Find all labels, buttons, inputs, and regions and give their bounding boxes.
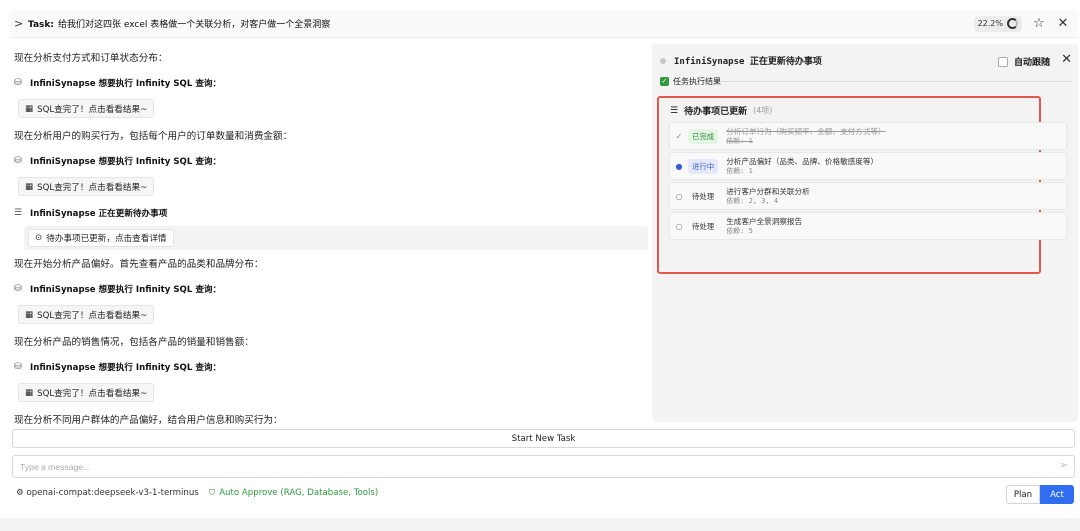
status-badge: 进行中 [688, 158, 719, 174]
sql-result-label: SQL查完了！点击看看结果~ [37, 388, 148, 399]
todo-list-header: ☰ 待办事项已更新 (4项) [670, 104, 773, 118]
model-name: openai-compat:deepseek-v3-1-terminus [26, 488, 199, 498]
table-icon: ▦ [25, 181, 34, 192]
chat-message: 现在分析用户的购买行为，包括每个用户的订单数量和消费金额： [14, 131, 293, 142]
database-icon: ⛁ [14, 78, 22, 88]
todo-item-text: 分析订单行为（购买频率、金额、支付方式等） [726, 126, 886, 136]
task-label: Task: [28, 20, 54, 30]
footer-bar: ⚙ openai-compat:deepseek-v3-1-terminus ⛉… [16, 488, 378, 498]
pending-circle-icon: ○ [675, 221, 683, 231]
todo-item-text: 进行客户分群和关联分析 [726, 186, 810, 196]
todo-title: 待办事项已更新 [684, 107, 748, 117]
tool-request: ⛁ InfiniSynapse 想要执行 Infinity SQL 查询： [14, 70, 650, 96]
check-circle-icon: ⊙ [35, 233, 43, 243]
sql-result-label: SQL查完了！点击看看结果~ [37, 310, 148, 321]
tool-request: ⛁ InfiniSynapse 想要执行 Infinity SQL 查询： [14, 276, 650, 302]
todo-item-text: 生成客户全景洞察报告 [726, 216, 803, 226]
shield-icon: ⛉ [208, 488, 216, 498]
panel-close-icon[interactable]: ✕ [1061, 52, 1072, 67]
status-badge: 已完成 [688, 128, 719, 144]
todo-list: ✓ 已完成 分析订单行为（购买频率、金额、支付方式等） 依赖: 1 ● 进行中 分… [669, 122, 1067, 242]
auto-follow-label: 自动跟随 [1013, 58, 1050, 68]
tool-request-text: InfiniSynapse 想要执行 Infinity SQL 查询： [30, 285, 222, 295]
todo-item-text: 分析产品偏好（品类、品牌、价格敏感度等） [726, 156, 879, 166]
start-new-task-button[interactable]: Start New Task [12, 429, 1075, 448]
todo-update-status: ☰ InfiniSynapse 正在更新待办事项 [14, 200, 650, 226]
chat-message: 现在分析产品的销售情况，包括各产品的销量和销售额： [14, 337, 254, 348]
sql-result-button[interactable]: ▦ SQL查完了！点击看看结果~ [18, 99, 155, 118]
tool-request: ⛁ InfiniSynapse 想要执行 Infinity SQL 查询： [14, 148, 650, 174]
robot-icon: ⚙ [16, 488, 24, 498]
chat-message: 现在开始分析产品偏好。首先查看产品的品类和品牌分布： [14, 259, 264, 270]
task-result-label: ✓ 任务执行结果 [660, 76, 721, 87]
todo-item-dependency: 依赖: 1 [726, 136, 753, 145]
table-icon: ▦ [25, 387, 34, 398]
table-icon: ▦ [25, 103, 34, 114]
sql-result-label: SQL查完了！点击看看结果~ [37, 104, 148, 115]
checklist-icon: ☰ [14, 208, 23, 218]
message-box: ➢ [12, 455, 1075, 478]
status-badge: 待处理 [692, 221, 715, 231]
mode-toggle: Plan Act [1006, 485, 1074, 504]
auto-approve-text: Auto Approve (RAG, Database, Tools) [219, 488, 379, 498]
task-title: Task: 给我们对这四张 excel 表格做一个关联分析，对客户做一个全景洞察 [28, 17, 330, 30]
task-header: > Task: 给我们对这四张 excel 表格做一个关联分析，对客户做一个全景洞… [10, 10, 1078, 38]
database-icon: ⛁ [14, 156, 22, 166]
tool-request: ⛁ InfiniSynapse 想要执行 Infinity SQL 查询： [14, 354, 650, 380]
in-progress-dot-icon: ● [675, 161, 683, 171]
todo-item-done[interactable]: ✓ 已完成 分析订单行为（购买频率、金额、支付方式等） 依赖: 1 [669, 122, 1067, 150]
checkbox-checked-icon: ✓ [660, 77, 669, 86]
close-icon[interactable]: ✕ [1056, 16, 1070, 31]
message-input[interactable] [13, 456, 1033, 477]
auto-follow-checkbox[interactable] [997, 56, 1008, 67]
divider [720, 81, 1072, 82]
panel-title: InfiniSynapse 正在更新待办事项 [660, 54, 822, 67]
context-usage-value: 22.2% [977, 19, 1003, 28]
todo-item-dependency: 依赖: 1 [726, 166, 753, 175]
star-icon[interactable]: ☆ [1032, 16, 1046, 31]
context-usage-badge[interactable]: 22.2% [973, 15, 1022, 32]
status-badge: 待处理 [692, 191, 715, 201]
todo-item-pending[interactable]: ○ 待处理 进行客户分群和关联分析 依赖: 2, 3, 4 [669, 182, 1067, 210]
auto-follow-toggle[interactable]: 自动跟随 [997, 55, 1050, 68]
tool-request-text: InfiniSynapse 想要执行 Infinity SQL 查询： [30, 363, 222, 373]
todo-details-label: 待办事项已更新，点击查看详情 [46, 234, 167, 244]
list-icon: ☰ [670, 105, 679, 116]
sql-result-button[interactable]: ▦ SQL查完了！点击看看结果~ [18, 305, 155, 324]
todo-item-dependency: 依赖: 5 [726, 226, 753, 235]
progress-ring-icon [1007, 18, 1018, 29]
status-dot-icon [660, 57, 666, 64]
todo-update-text: InfiniSynapse 正在更新待办事项 [30, 209, 168, 219]
auto-approve-settings[interactable]: ⛉ Auto Approve (RAG, Database, Tools) [209, 488, 378, 498]
task-result-text: 任务执行结果 [673, 77, 721, 86]
chat-log[interactable]: 现在分析支付方式和订单状态分布： ⛁ InfiniSynapse 想要执行 Inf… [14, 44, 650, 424]
chat-message: 现在分析支付方式和订单状态分布： [14, 53, 168, 64]
model-selector[interactable]: ⚙ openai-compat:deepseek-v3-1-terminus [16, 488, 199, 498]
check-icon: ✓ [675, 131, 683, 141]
todo-details-button[interactable]: ⊙ 待办事项已更新，点击查看详情 [28, 229, 174, 247]
table-icon: ▦ [25, 309, 34, 320]
plan-mode-button[interactable]: Plan [1006, 485, 1040, 504]
panel-title-text: InfiniSynapse 正在更新待办事项 [674, 57, 822, 67]
bottom-bar [0, 518, 1080, 531]
tool-request-text: InfiniSynapse 想要执行 Infinity SQL 查询： [30, 157, 222, 167]
todo-count: (4项) [753, 106, 773, 115]
sql-result-button[interactable]: ▦ SQL查完了！点击看看结果~ [18, 383, 155, 402]
todo-item-in-progress[interactable]: ● 进行中 分析产品偏好（品类、品牌、价格敏感度等） 依赖: 1 [669, 152, 1067, 180]
todo-side-panel: InfiniSynapse 正在更新待办事项 自动跟随 ✕ ✓ 任务执行结果 ☰ 待… [652, 44, 1078, 422]
task-text: 给我们对这四张 excel 表格做一个关联分析，对客户做一个全景洞察 [58, 20, 331, 30]
todo-update-row: ⊙ 待办事项已更新，点击查看详情 [24, 226, 648, 250]
tool-request-text: InfiniSynapse 想要执行 Infinity SQL 查询： [30, 79, 222, 89]
sql-result-label: SQL查完了！点击看看结果~ [37, 182, 148, 193]
sql-result-button[interactable]: ▦ SQL查完了！点击看看结果~ [18, 177, 155, 196]
todo-item-dependency: 依赖: 2, 3, 4 [726, 196, 779, 205]
database-icon: ⛁ [14, 284, 22, 294]
chevron-right-icon[interactable]: > [14, 17, 28, 30]
act-mode-button[interactable]: Act [1040, 485, 1074, 504]
send-icon[interactable]: ➢ [1060, 460, 1068, 471]
todo-item-pending[interactable]: ○ 待处理 生成客户全景洞察报告 依赖: 5 [669, 212, 1067, 240]
chat-message: 现在分析不同用户群体的产品偏好，结合用户信息和购买行为： [14, 415, 283, 424]
database-icon: ⛁ [14, 362, 22, 372]
pending-circle-icon: ○ [675, 191, 683, 201]
